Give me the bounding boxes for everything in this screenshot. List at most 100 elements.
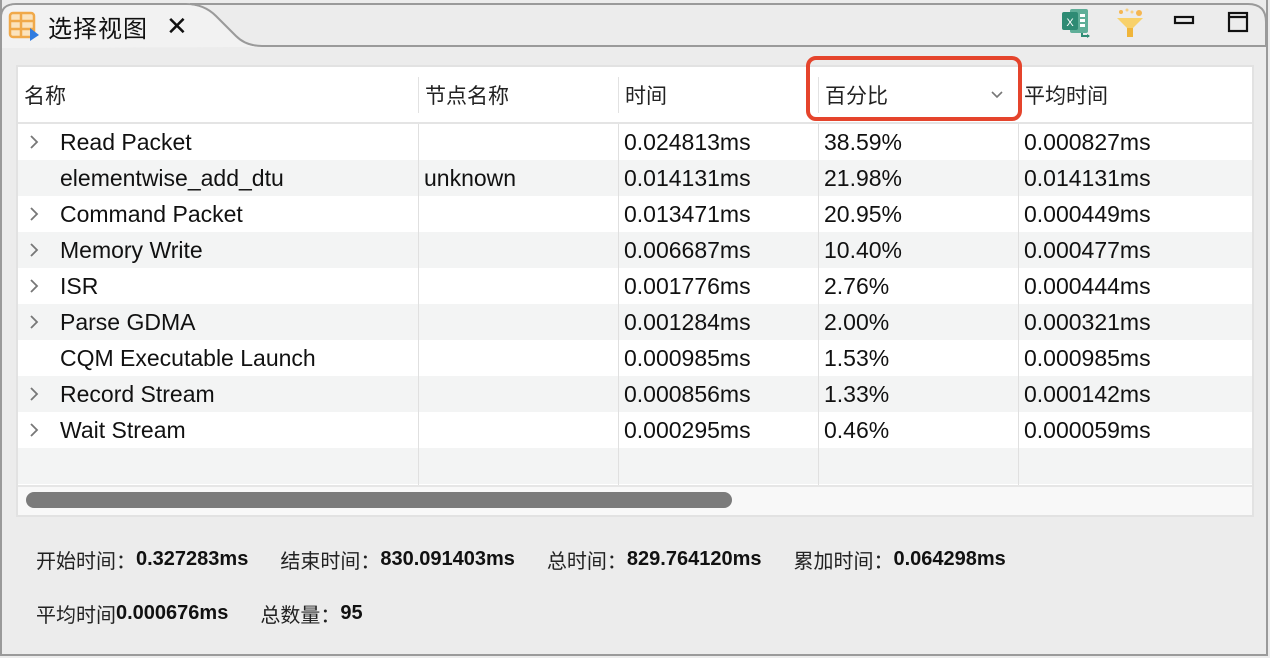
cell-time: 0.024813ms bbox=[624, 128, 751, 155]
column-header-average-time[interactable]: 平均时间 bbox=[1018, 67, 1252, 122]
column-header-name[interactable]: 名称 bbox=[18, 67, 418, 122]
average-time-value: 0.000676ms bbox=[116, 602, 229, 624]
view-toolbar: X bbox=[1060, 8, 1254, 40]
column-header-label: 平均时间 bbox=[1024, 84, 1108, 108]
cell-node-name bbox=[418, 376, 618, 412]
start-time-value: 0.327283ms bbox=[136, 548, 249, 570]
average-time-label: 平均时间 bbox=[36, 605, 116, 627]
export-excel-button[interactable]: X bbox=[1060, 8, 1092, 40]
column-divider bbox=[818, 124, 819, 488]
cell-name: Read Packet bbox=[60, 128, 192, 155]
chevron-right-icon[interactable] bbox=[28, 313, 40, 331]
cell-percent: 38.59% bbox=[824, 128, 903, 155]
cell-average-time: 0.000444ms bbox=[1024, 272, 1151, 299]
table-row[interactable]: ISR 0.001776ms 2.76% 0.000444ms bbox=[18, 268, 1252, 304]
cell-time: 0.001776ms bbox=[624, 272, 751, 299]
cell-percent: 10.40% bbox=[824, 236, 903, 263]
column-header-label: 名称 bbox=[24, 84, 66, 108]
cell-name: Command Packet bbox=[60, 200, 243, 227]
chevron-right-icon[interactable] bbox=[28, 241, 40, 259]
summary-line-1: 开始时间： 0.327283ms 结束时间： 830.091403ms 总时间：… bbox=[36, 545, 1038, 574]
table-row[interactable]: Read Packet 0.024813ms 38.59% 0.000827ms bbox=[18, 124, 1252, 160]
cell-node-name bbox=[418, 340, 618, 376]
column-divider bbox=[1018, 124, 1019, 488]
cell-name: CQM Executable Launch bbox=[60, 344, 316, 371]
column-divider bbox=[418, 124, 419, 488]
start-time-label: 开始时间： bbox=[36, 551, 136, 573]
cell-name: Record Stream bbox=[60, 380, 215, 407]
close-icon[interactable]: ✕ bbox=[166, 13, 188, 39]
tab-bar: 选择视图 ✕ X bbox=[0, 0, 1270, 50]
column-header-node-name[interactable]: 节点名称 bbox=[418, 77, 618, 113]
total-count-value: 95 bbox=[340, 602, 363, 624]
table-row[interactable]: Record Stream 0.000856ms 1.33% 0.000142ms bbox=[18, 376, 1252, 412]
chevron-right-icon[interactable] bbox=[28, 421, 40, 439]
filter-button[interactable] bbox=[1114, 8, 1146, 40]
column-divider bbox=[618, 124, 619, 488]
cell-node-name bbox=[418, 124, 618, 160]
cell-node-name bbox=[418, 196, 618, 232]
tab-title: 选择视图 bbox=[48, 15, 148, 43]
chevron-right-icon[interactable] bbox=[28, 385, 40, 403]
table-row[interactable]: CQM Executable Launch 0.000985ms 1.53% 0.00… bbox=[18, 340, 1252, 376]
cell-average-time: 0.000827ms bbox=[1024, 128, 1151, 155]
cell-name: ISR bbox=[60, 272, 99, 299]
cell-percent: 0.46% bbox=[824, 416, 890, 443]
cell-average-time: 0.000059ms bbox=[1024, 416, 1151, 443]
scrollbar-thumb[interactable] bbox=[26, 492, 732, 508]
cell-node-name bbox=[418, 412, 618, 448]
cell-time: 0.014131ms bbox=[624, 164, 751, 191]
table-row[interactable]: Parse GDMA 0.001284ms 2.00% 0.000321ms bbox=[18, 304, 1252, 340]
chevron-right-icon[interactable] bbox=[28, 277, 40, 295]
chevron-right-icon[interactable] bbox=[28, 205, 40, 223]
table-header: 名称 节点名称 时间 百分比 平均时间 bbox=[18, 67, 1252, 124]
total-count-label: 总数量： bbox=[260, 605, 341, 627]
cell-node-name bbox=[418, 304, 618, 340]
column-header-percent[interactable]: 百分比 bbox=[818, 77, 1018, 113]
cell-time: 0.013471ms bbox=[624, 200, 751, 227]
cell-time: 0.000985ms bbox=[624, 344, 751, 371]
cell-average-time: 0.000985ms bbox=[1024, 344, 1151, 371]
cell-average-time: 0.000142ms bbox=[1024, 380, 1151, 407]
cell-time: 0.000295ms bbox=[624, 416, 751, 443]
cell-name: Parse GDMA bbox=[60, 308, 196, 335]
tab-select-view[interactable]: 选择视图 ✕ bbox=[8, 8, 188, 44]
end-time-label: 结束时间： bbox=[280, 551, 381, 573]
table-row[interactable]: Wait Stream 0.000295ms 0.46% 0.000059ms bbox=[18, 412, 1252, 448]
cell-average-time: 0.000449ms bbox=[1024, 200, 1151, 227]
chevron-right-icon[interactable] bbox=[28, 133, 40, 151]
svg-text:X: X bbox=[1066, 17, 1074, 29]
cell-percent: 2.00% bbox=[824, 308, 890, 335]
maximize-button[interactable] bbox=[1222, 8, 1254, 40]
cell-average-time: 0.014131ms bbox=[1024, 164, 1151, 191]
summary-line-2: 平均时间 0.000676ms 总数量： 95 bbox=[36, 599, 395, 628]
minimize-button[interactable] bbox=[1168, 8, 1200, 40]
cell-name: Wait Stream bbox=[60, 416, 186, 443]
column-header-label: 百分比 bbox=[825, 85, 888, 108]
cell-node-name bbox=[418, 268, 618, 304]
total-time-label: 总时间： bbox=[546, 551, 627, 573]
cumulative-time-label: 累加时间： bbox=[793, 551, 894, 573]
table-row[interactable]: Command Packet 0.013471ms 20.95% 0.000449ms bbox=[18, 196, 1252, 232]
cell-percent: 21.98% bbox=[824, 164, 903, 191]
column-header-label: 节点名称 bbox=[425, 85, 509, 108]
end-time-value: 830.091403ms bbox=[380, 548, 515, 570]
cell-time: 0.000856ms bbox=[624, 380, 751, 407]
cell-name: Memory Write bbox=[60, 236, 203, 263]
cell-average-time: 0.000477ms bbox=[1024, 236, 1151, 263]
column-header-time[interactable]: 时间 bbox=[618, 77, 818, 113]
total-time-value: 829.764120ms bbox=[626, 548, 762, 570]
cell-node-name: unknown bbox=[424, 164, 517, 191]
table-row[interactable]: elementwise_add_dtu unknown 0.014131ms 21.9… bbox=[18, 160, 1252, 196]
horizontal-scrollbar[interactable] bbox=[18, 485, 1252, 515]
cell-average-time: 0.000321ms bbox=[1024, 308, 1151, 335]
table-row[interactable]: Memory Write 0.006687ms 10.40% 0.000477ms bbox=[18, 232, 1252, 268]
cumulative-time-value: 0.064298ms bbox=[893, 548, 1006, 570]
table-row bbox=[18, 448, 1252, 484]
excel-icon: X bbox=[1060, 6, 1092, 43]
funnel-icon bbox=[1114, 6, 1146, 43]
table-view-icon bbox=[8, 10, 40, 42]
cell-time: 0.006687ms bbox=[624, 236, 751, 263]
cell-percent: 1.53% bbox=[824, 344, 890, 371]
chevron-down-icon[interactable] bbox=[990, 89, 1004, 99]
